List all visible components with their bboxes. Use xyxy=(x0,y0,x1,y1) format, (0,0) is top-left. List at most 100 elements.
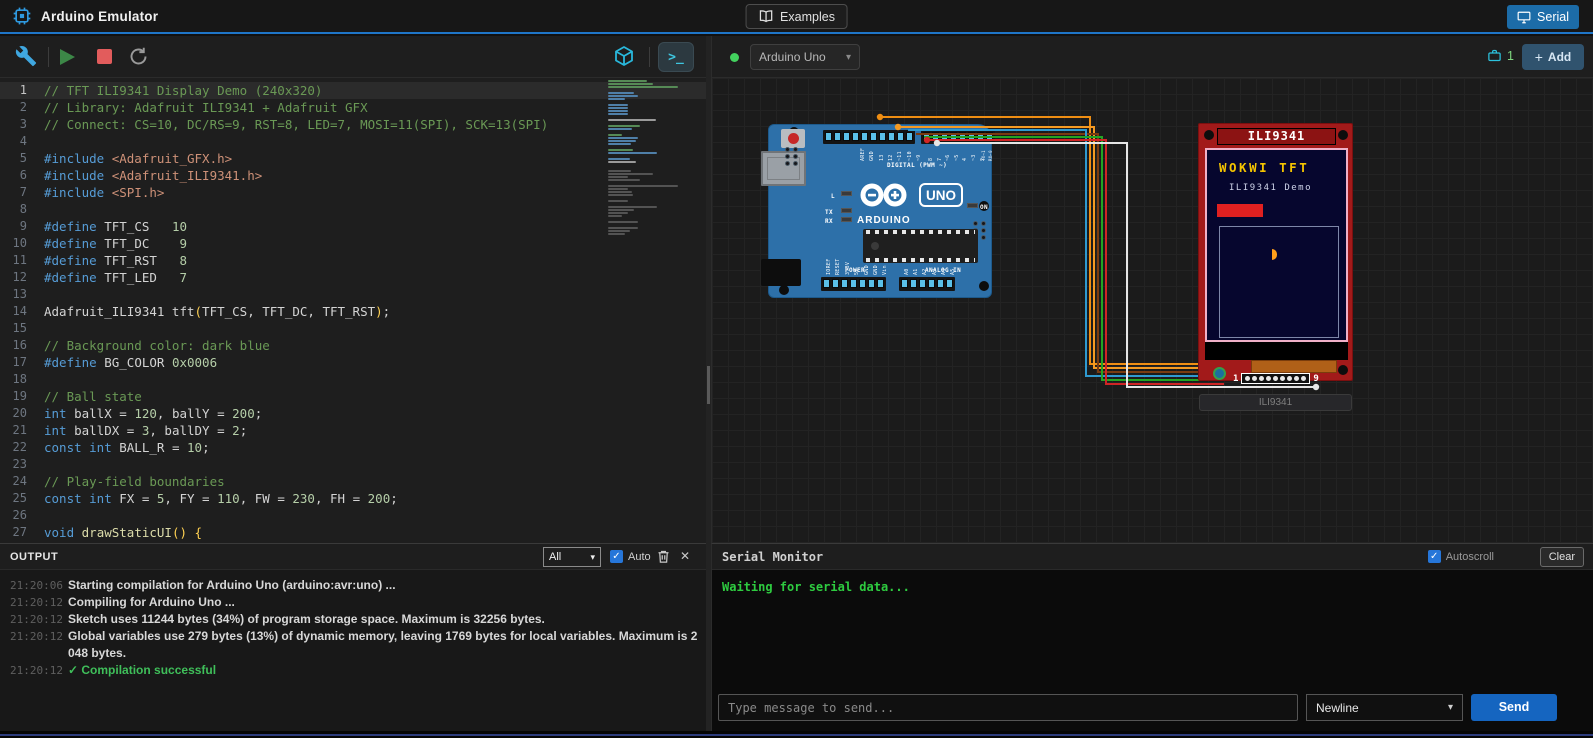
code-line[interactable]: 20int ballX = 120, ballY = 200; xyxy=(0,405,706,422)
restart-icon[interactable] xyxy=(128,46,149,67)
send-button[interactable]: Send xyxy=(1471,694,1557,721)
minimap-line xyxy=(608,233,625,235)
wrench-icon[interactable] xyxy=(15,45,37,67)
splitter-handle[interactable] xyxy=(707,366,710,404)
code-line[interactable]: 21int ballDX = 3, ballDY = 2; xyxy=(0,422,706,439)
tft-screen-title: WOKWI TFT xyxy=(1219,160,1309,175)
tft-pin[interactable] xyxy=(1301,376,1306,381)
line-number: 21 xyxy=(0,422,44,439)
tft-pin[interactable] xyxy=(1259,376,1264,381)
code-line[interactable]: 25const int FX = 5, FY = 110, FW = 230, … xyxy=(0,490,706,507)
close-icon[interactable]: ✕ xyxy=(680,549,690,563)
diagram-cube-icon[interactable] xyxy=(612,45,636,69)
tft-pin[interactable] xyxy=(1252,376,1257,381)
code-text: #include <Adafruit_GFX.h> xyxy=(44,150,232,167)
auto-checkbox[interactable]: ✓ xyxy=(610,550,623,563)
code-editor[interactable]: 1// TFT ILI9341 Display Demo (240x320)2/… xyxy=(0,78,706,543)
code-line[interactable]: 3// Connect: CS=10, DC/RS=9, RST=8, LED=… xyxy=(0,116,706,133)
wire-red-endpoint[interactable] xyxy=(924,137,930,143)
code-line[interactable]: 5#include <Adafruit_GFX.h> xyxy=(0,150,706,167)
plus-icon: + xyxy=(1535,49,1543,65)
code-text: #define TFT_CS 10 xyxy=(44,218,187,235)
examples-button[interactable]: Examples xyxy=(745,4,848,29)
code-line[interactable]: 26 xyxy=(0,507,706,524)
diagram-canvas[interactable]: AREFGND1312~11~10~987~6~54~32TX→1RX←0IOR… xyxy=(712,78,1593,543)
terminal-toggle-button[interactable]: >_ xyxy=(658,42,694,72)
clear-button[interactable]: Clear xyxy=(1540,547,1584,567)
tft-pin-9-label: 9 xyxy=(1313,374,1318,384)
tft-pin[interactable] xyxy=(1287,376,1292,381)
code-line[interactable]: 24// Play-field boundaries xyxy=(0,473,706,490)
wire-red[interactable] xyxy=(927,140,1224,384)
code-line[interactable]: 14Adafruit_ILI9341 tft(TFT_CS, TFT_DC, T… xyxy=(0,303,706,320)
code-line[interactable]: 16// Background color: dark blue xyxy=(0,337,706,354)
tft-pin[interactable] xyxy=(1280,376,1285,381)
minimap-line xyxy=(608,143,631,145)
board-select[interactable]: Arduino Uno ▾ xyxy=(750,44,860,70)
code-line[interactable]: 8 xyxy=(0,201,706,218)
tft-pin[interactable] xyxy=(1294,376,1299,381)
minimap-line xyxy=(608,161,636,163)
stop-button[interactable] xyxy=(97,49,112,64)
parts-count[interactable]: 1 xyxy=(1487,48,1514,63)
minimap-line xyxy=(608,98,625,100)
wire-orange-1[interactable] xyxy=(880,117,1224,364)
tft-pin[interactable] xyxy=(1245,376,1250,381)
code-line[interactable]: 4 xyxy=(0,133,706,150)
code-line[interactable]: 27void drawStaticUI() { xyxy=(0,524,706,541)
line-number: 15 xyxy=(0,320,44,337)
serial-message-input[interactable] xyxy=(718,694,1298,721)
code-line[interactable]: 2// Library: Adafruit ILI9341 + Adafruit… xyxy=(0,99,706,116)
code-line[interactable]: 19// Ball state xyxy=(0,388,706,405)
wire-brown[interactable] xyxy=(916,134,1224,372)
wire-orange-2[interactable] xyxy=(898,127,1224,368)
tft-screen: WOKWI TFT ILI9341 Demo xyxy=(1205,148,1348,342)
wire-white-endpoint[interactable] xyxy=(1313,384,1319,390)
code-line[interactable]: 7#include <SPI.h> xyxy=(0,184,706,201)
output-log[interactable]: 21:20:06Starting compilation for Arduino… xyxy=(0,570,706,732)
tft-pin[interactable] xyxy=(1273,376,1278,381)
mounting-hole xyxy=(1338,365,1348,375)
code-line[interactable]: 13 xyxy=(0,286,706,303)
line-number: 12 xyxy=(0,269,44,286)
parts-count-value: 1 xyxy=(1507,49,1514,63)
code-line[interactable]: 10#define TFT_DC 9 xyxy=(0,235,706,252)
log-message: ✓ Compilation successful xyxy=(68,662,698,679)
code-line[interactable]: 15 xyxy=(0,320,706,337)
code-line[interactable]: 18 xyxy=(0,371,706,388)
code-text: // Ball state xyxy=(44,388,142,405)
code-text: // Play-field boundaries xyxy=(44,473,225,490)
trash-icon[interactable] xyxy=(656,549,671,564)
wire-white-endpoint[interactable] xyxy=(934,140,940,146)
code-line[interactable]: 1// TFT ILI9341 Display Demo (240x320) xyxy=(0,82,706,99)
tft-red-bar xyxy=(1217,204,1263,217)
code-line[interactable]: 22const int BALL_R = 10; xyxy=(0,439,706,456)
code-line[interactable]: 17#define BG_COLOR 0x0006 xyxy=(0,354,706,371)
code-line[interactable]: 6#include <Adafruit_ILI9341.h> xyxy=(0,167,706,184)
log-row: 21:20:12Global variables use 279 bytes (… xyxy=(0,628,706,662)
editor-minimap[interactable] xyxy=(608,80,702,236)
serial-toggle-button[interactable]: Serial xyxy=(1507,5,1579,29)
code-line[interactable]: 9#define TFT_CS 10 xyxy=(0,218,706,235)
add-part-button[interactable]: + Add xyxy=(1522,44,1584,70)
autoscroll-checkbox[interactable]: ✓ xyxy=(1428,550,1441,563)
output-filter-select[interactable]: All ▾ xyxy=(543,547,601,567)
tft-pin[interactable] xyxy=(1266,376,1271,381)
minimap-line xyxy=(608,128,632,130)
code-line[interactable]: 23 xyxy=(0,456,706,473)
line-ending-select[interactable]: Newline ▾ xyxy=(1306,694,1463,721)
wire-green[interactable] xyxy=(924,137,1224,380)
wire-orange-1-endpoint[interactable] xyxy=(877,114,883,120)
code-line[interactable]: 11#define TFT_RST 8 xyxy=(0,252,706,269)
wire-orange-2-endpoint[interactable] xyxy=(895,124,901,130)
ili9341-display[interactable]: ILI9341 WOKWI TFT ILI9341 Demo 1 9 xyxy=(1198,123,1353,381)
wire-blue[interactable] xyxy=(908,130,1224,376)
code-line[interactable]: 12#define TFT_LED 7 xyxy=(0,269,706,286)
tft-hover-badge: ILI9341 xyxy=(1199,394,1352,411)
diagram-toolbar: Arduino Uno ▾ 1 + Add xyxy=(712,36,1593,78)
line-number: 9 xyxy=(0,218,44,235)
minimap-line xyxy=(608,170,631,172)
code-text: // Connect: CS=10, DC/RS=9, RST=8, LED=7… xyxy=(44,116,548,133)
output-header: OUTPUT All ▾ ✓ Auto ✕ xyxy=(0,544,706,570)
run-button[interactable] xyxy=(60,49,75,65)
